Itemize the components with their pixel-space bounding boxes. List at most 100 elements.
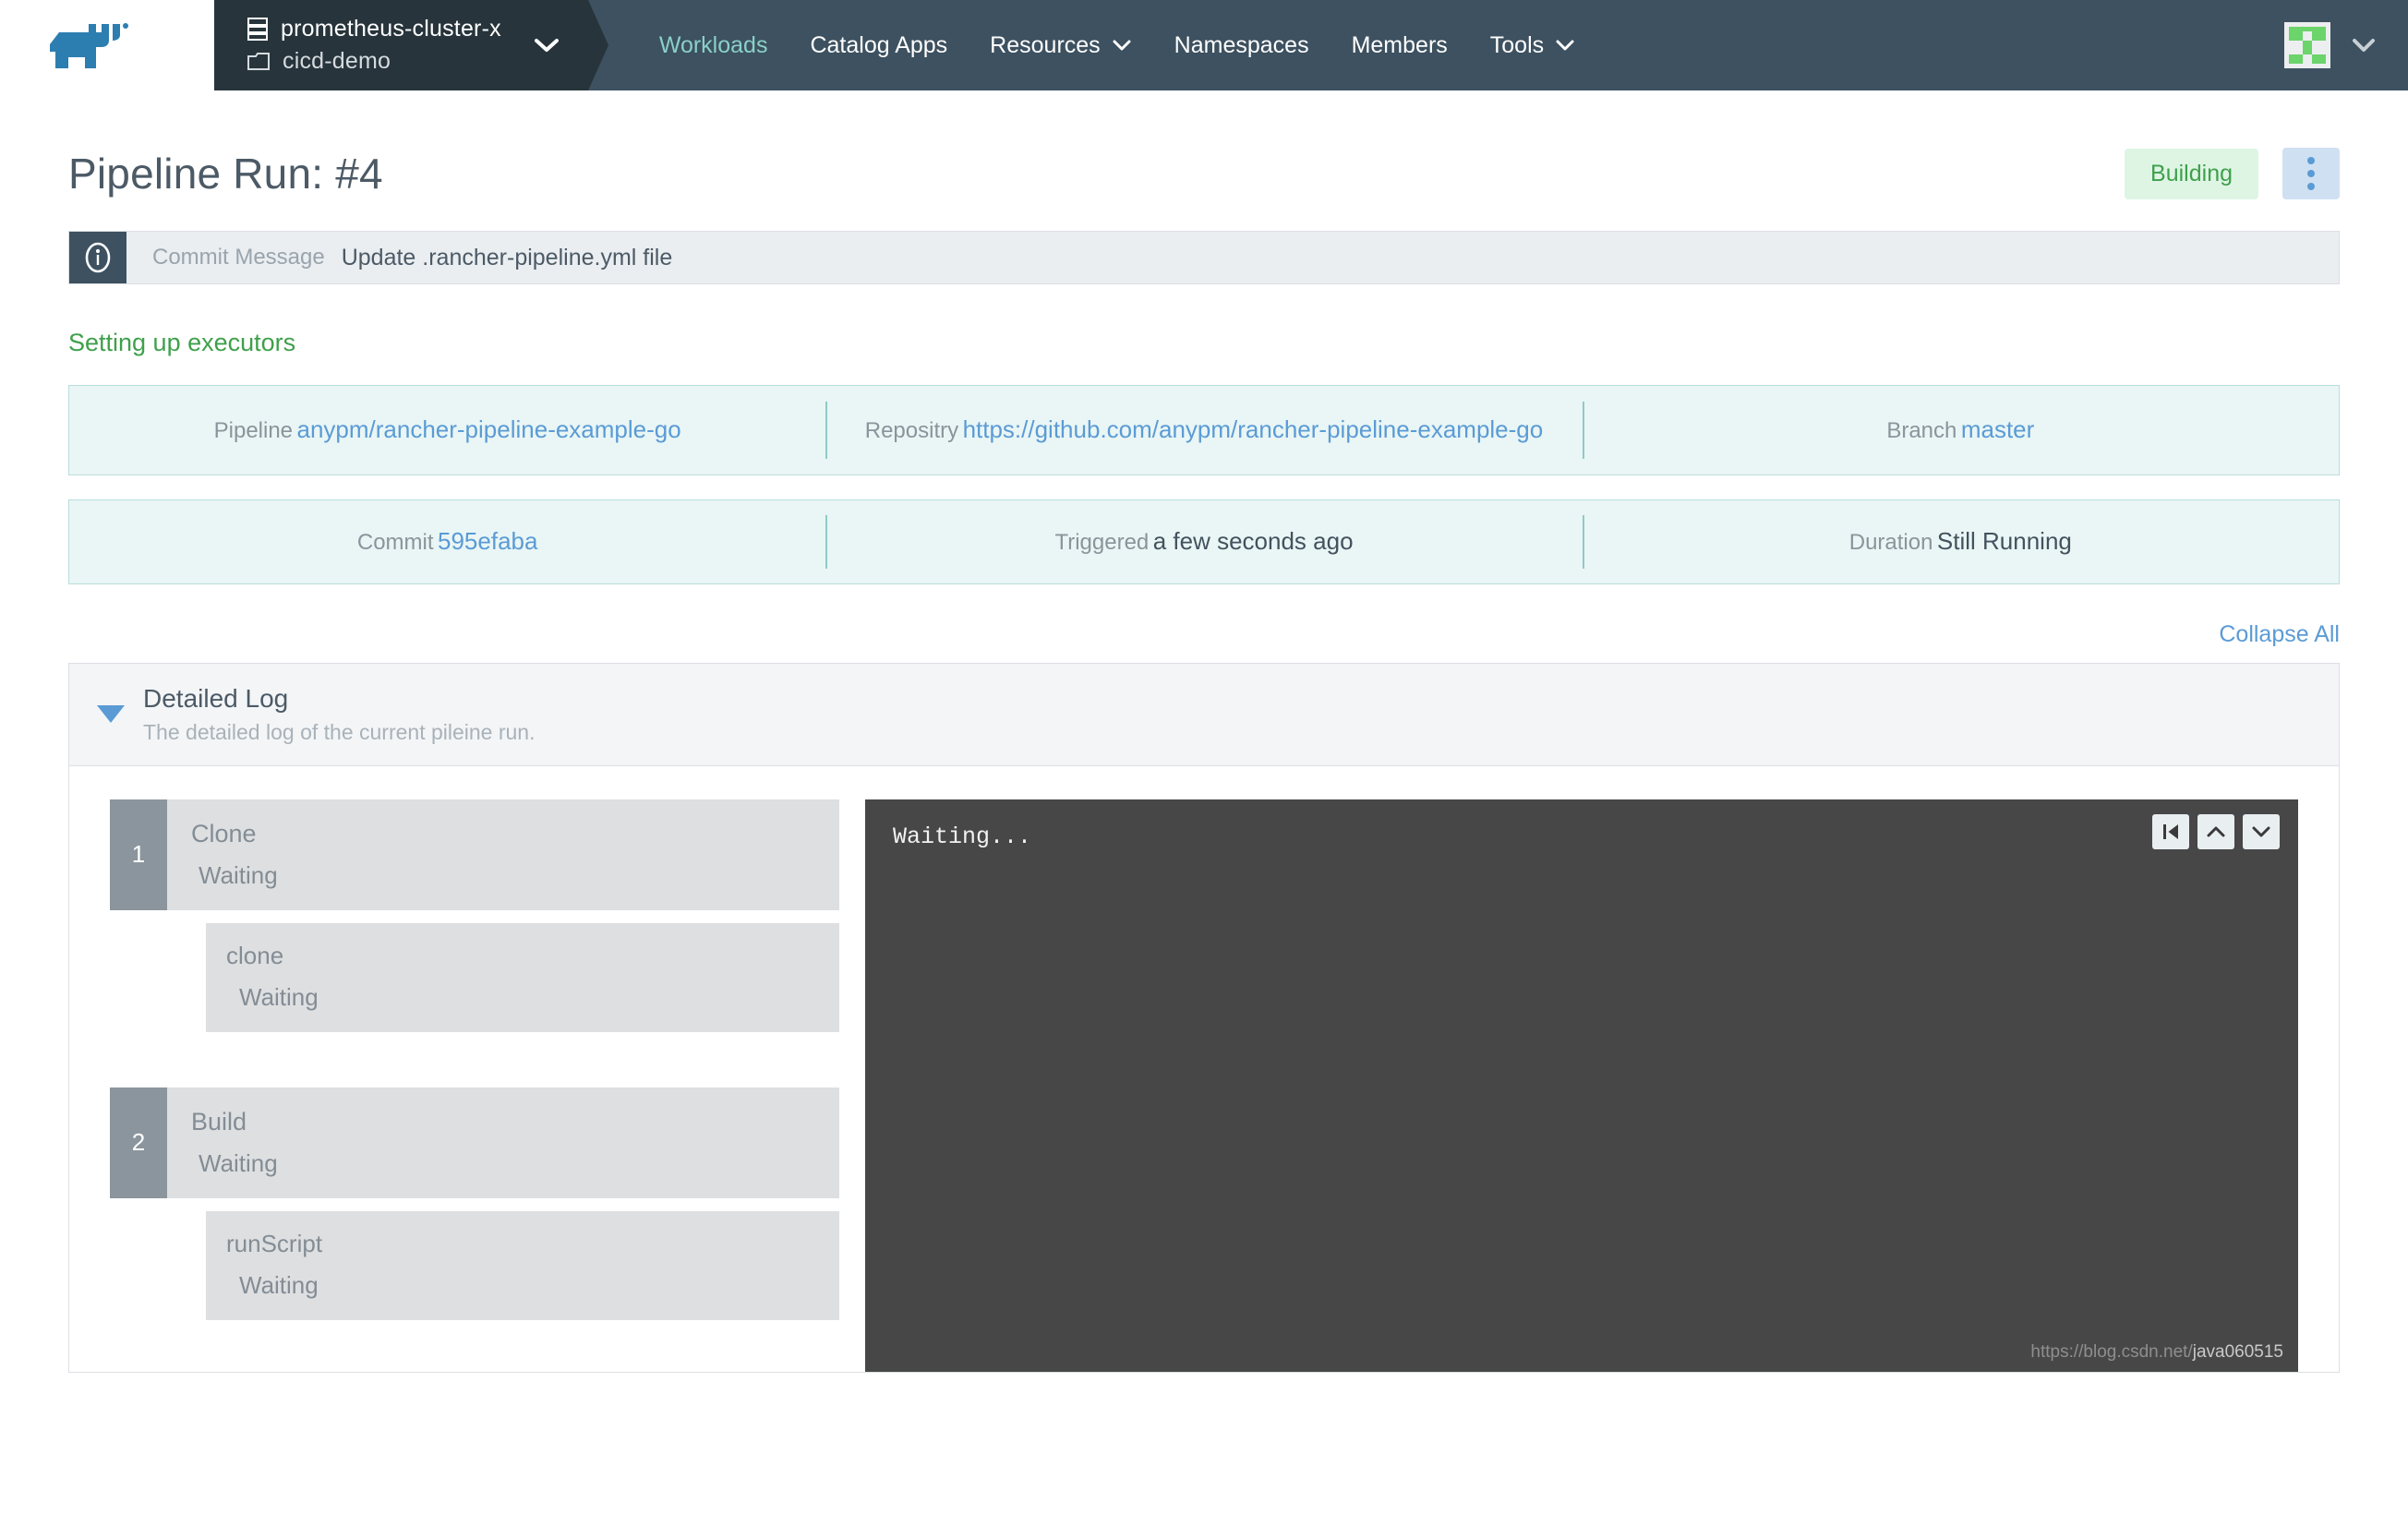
kebab-dot-icon bbox=[2307, 170, 2315, 177]
info-label: Pipeline bbox=[213, 418, 294, 444]
stage-block: 2 Build Waiting runScript Waiting bbox=[110, 1087, 839, 1320]
avatar[interactable] bbox=[2284, 22, 2330, 68]
nav-item-namespaces[interactable]: Namespaces bbox=[1153, 0, 1330, 90]
info-cell-branch: Branch master bbox=[1582, 386, 2339, 475]
stage-header-build[interactable]: 2 Build Waiting bbox=[110, 1087, 839, 1198]
skip-to-start-icon[interactable] bbox=[2152, 813, 2189, 849]
info-label: Commit bbox=[356, 530, 434, 555]
chevron-down-icon[interactable] bbox=[533, 36, 560, 54]
nav-item-catalog-apps[interactable]: Catalog Apps bbox=[789, 0, 969, 90]
detailed-log-header-text: Detailed Log The detailed log of the cur… bbox=[143, 684, 536, 745]
stage-message: Setting up executors bbox=[68, 329, 296, 356]
stage-number: 1 bbox=[110, 799, 167, 910]
commit-message-value: Update .rancher-pipeline.yml file bbox=[341, 244, 673, 270]
info-cell-triggered: Triggered a few seconds ago bbox=[825, 500, 1582, 583]
pipeline-info-row: Pipeline anypm/rancher-pipeline-example-… bbox=[68, 385, 2340, 475]
collapse-all-link[interactable]: Collapse All bbox=[2219, 621, 2340, 648]
chevron-down-icon bbox=[1555, 39, 1575, 52]
watermark-user: java060515 bbox=[2192, 1341, 2283, 1362]
logo-area bbox=[0, 0, 214, 90]
cluster-line: prometheus-cluster-x bbox=[247, 16, 501, 42]
stage-header-clone[interactable]: 1 Clone Waiting bbox=[110, 799, 839, 910]
status-badge: Building bbox=[2125, 148, 2258, 199]
cluster-project-selector[interactable]: prometheus-cluster-x cicd-demo bbox=[214, 0, 588, 90]
info-label: Branch bbox=[1886, 418, 1957, 444]
nav-item-resources[interactable]: Resources bbox=[969, 0, 1153, 90]
stage-block: 1 Clone Waiting clone Waiting bbox=[110, 799, 839, 1032]
nav-item-tools[interactable]: Tools bbox=[1469, 0, 1596, 90]
duration-value: Still Running bbox=[1936, 527, 2072, 555]
step-status: Waiting bbox=[239, 982, 319, 1011]
page-content: Pipeline Run: #4 Building Commit Message… bbox=[0, 90, 2408, 1373]
detailed-log-section: Detailed Log The detailed log of the cur… bbox=[68, 662, 2340, 1373]
project-folder-icon bbox=[247, 52, 270, 71]
kebab-dot-icon bbox=[2307, 183, 2315, 190]
scroll-up-icon[interactable] bbox=[2197, 813, 2234, 849]
collapse-triangle-icon[interactable] bbox=[97, 705, 125, 724]
run-info-row: Commit 595efaba Triggered a few seconds … bbox=[68, 499, 2340, 584]
repository-link[interactable]: https://github.com/anypm/rancher-pipelin… bbox=[963, 415, 1544, 443]
step-runscript[interactable]: runScript Waiting bbox=[206, 1210, 839, 1320]
page-title-row: Pipeline Run: #4 Building bbox=[68, 90, 2340, 231]
nav-item-workloads[interactable]: Workloads bbox=[638, 0, 789, 90]
user-menu[interactable] bbox=[2284, 22, 2408, 68]
cluster-icon bbox=[247, 17, 268, 42]
info-cell-pipeline: Pipeline anypm/rancher-pipeline-example-… bbox=[69, 386, 825, 475]
nav-item-members[interactable]: Members bbox=[1330, 0, 1469, 90]
info-cell-duration: Duration Still Running bbox=[1582, 500, 2339, 583]
stage-status: Waiting bbox=[199, 1148, 278, 1177]
log-console-container: Waiting... https://blog.csdn.net/java060… bbox=[865, 799, 2298, 1372]
info-icon-cell bbox=[69, 232, 126, 283]
nav-item-label: Tools bbox=[1489, 32, 1545, 58]
page-actions: Building bbox=[2125, 148, 2340, 199]
info-label: Duration bbox=[1848, 530, 1933, 555]
log-console-toolbar bbox=[2152, 813, 2280, 849]
nav-item-label: Members bbox=[1351, 32, 1448, 58]
actions-menu-button[interactable] bbox=[2282, 148, 2340, 199]
stage-info: Build Waiting bbox=[167, 1087, 839, 1198]
main-nav: Workloads Catalog Apps Resources Namespa… bbox=[587, 0, 2408, 90]
stage-number: 2 bbox=[110, 1087, 167, 1198]
info-label: Repositry bbox=[864, 418, 959, 444]
info-icon bbox=[82, 242, 114, 273]
commit-link[interactable]: 595efaba bbox=[438, 527, 537, 555]
triggered-value: a few seconds ago bbox=[1152, 527, 1354, 555]
log-console[interactable]: Waiting... https://blog.csdn.net/java060… bbox=[865, 799, 2298, 1372]
stage-status: Waiting bbox=[199, 860, 278, 889]
scroll-down-icon[interactable] bbox=[2243, 813, 2280, 849]
detailed-log-title: Detailed Log bbox=[143, 683, 289, 713]
detailed-log-body: 1 Clone Waiting clone Waiting 2 Build Wa… bbox=[69, 766, 2339, 1372]
commit-message-label: Commit Message bbox=[152, 245, 325, 270]
cluster-project-labels: prometheus-cluster-x cicd-demo bbox=[247, 16, 501, 75]
watermark-url: https://blog.csdn.net/ bbox=[2030, 1341, 2193, 1362]
watermark: https://blog.csdn.net/java060515 bbox=[2030, 1342, 2283, 1363]
info-cell-repository: Repositry https://github.com/anypm/ranch… bbox=[825, 386, 1582, 475]
cluster-name: prometheus-cluster-x bbox=[281, 16, 501, 42]
nav-item-list: Workloads Catalog Apps Resources Namespa… bbox=[638, 0, 1596, 90]
step-clone[interactable]: clone Waiting bbox=[206, 922, 839, 1032]
nav-item-label: Catalog Apps bbox=[810, 32, 948, 58]
branch-link[interactable]: master bbox=[1961, 415, 2034, 443]
project-name: cicd-demo bbox=[283, 48, 391, 74]
detailed-log-header[interactable]: Detailed Log The detailed log of the cur… bbox=[69, 663, 2339, 766]
page-title: Pipeline Run: #4 bbox=[68, 150, 383, 198]
detailed-log-subtitle: The detailed log of the current pileine … bbox=[143, 719, 536, 744]
nav-item-label: Resources bbox=[990, 32, 1101, 58]
collapse-all-row: Collapse All bbox=[68, 608, 2340, 663]
log-console-output: Waiting... bbox=[893, 823, 1032, 850]
chevron-down-icon[interactable] bbox=[2351, 37, 2377, 54]
stage-info: Clone Waiting bbox=[167, 799, 839, 910]
pipeline-link[interactable]: anypm/rancher-pipeline-example-go bbox=[296, 415, 680, 443]
step-status: Waiting bbox=[239, 1270, 319, 1299]
info-label: Triggered bbox=[1054, 530, 1150, 555]
top-navigation-bar: prometheus-cluster-x cicd-demo Workloads bbox=[0, 0, 2408, 90]
nav-item-label: Workloads bbox=[658, 32, 768, 58]
step-name: clone bbox=[226, 941, 284, 969]
stage-name: Build bbox=[191, 1107, 247, 1136]
nav-item-label: Namespaces bbox=[1174, 32, 1309, 58]
chevron-down-icon bbox=[1112, 39, 1132, 52]
rancher-logo-icon[interactable] bbox=[48, 17, 166, 74]
commit-message-body: Commit Message Update .rancher-pipeline.… bbox=[126, 232, 2339, 283]
project-line: cicd-demo bbox=[247, 48, 501, 75]
commit-message-banner: Commit Message Update .rancher-pipeline.… bbox=[68, 231, 2340, 284]
